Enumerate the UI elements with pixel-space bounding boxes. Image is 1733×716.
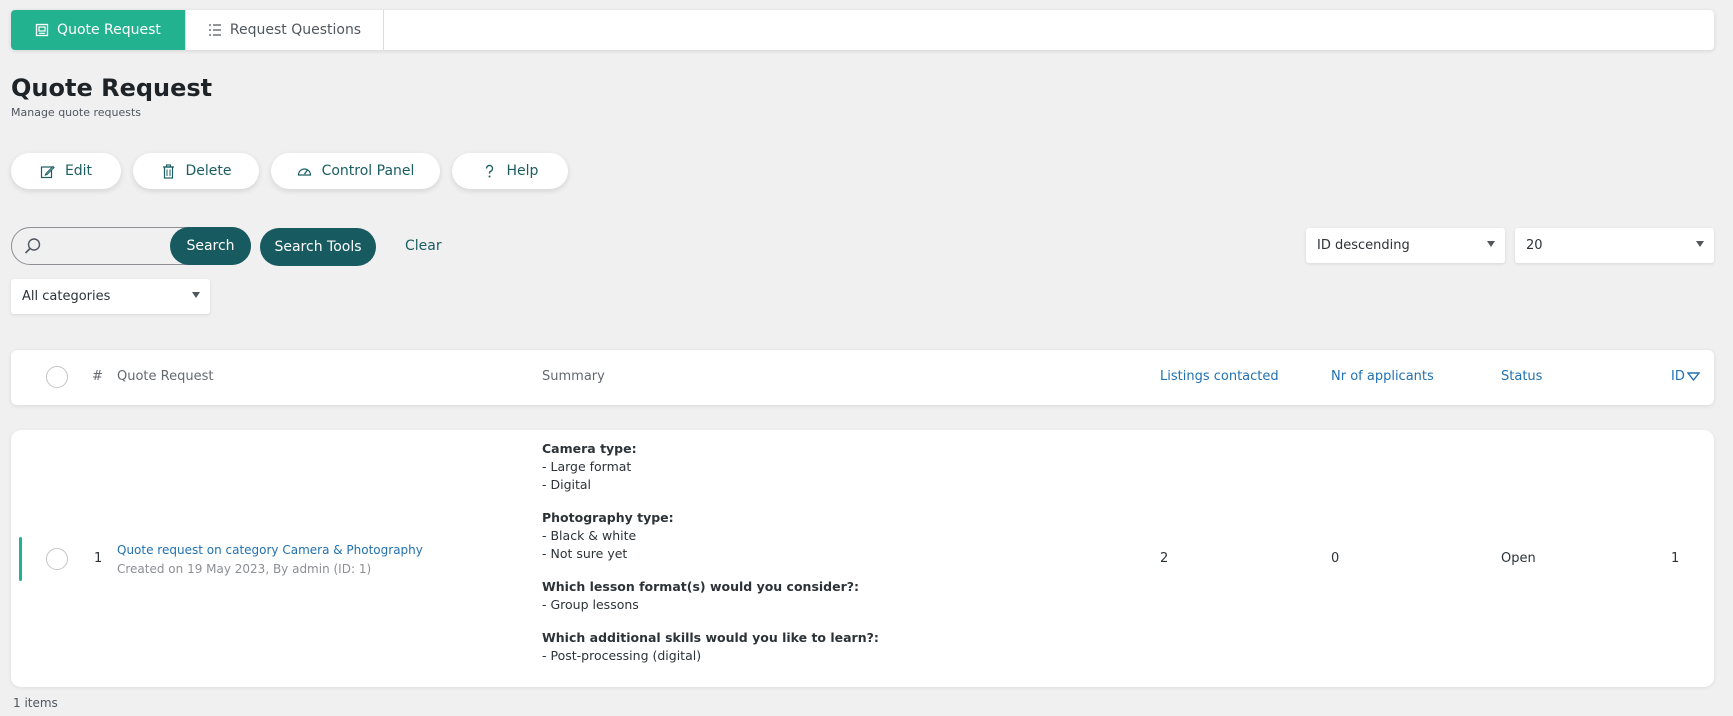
- summary-group: Camera type: - Large format - Digital: [542, 440, 879, 494]
- list-icon: [208, 24, 221, 36]
- col-id-label: ID: [1671, 369, 1685, 384]
- col-listings-contacted[interactable]: Listings contacted: [1160, 369, 1279, 384]
- delete-button[interactable]: Delete: [133, 153, 259, 189]
- summary-answer: - Not sure yet: [542, 546, 628, 561]
- tab-quote-request[interactable]: Quote Request: [11, 10, 186, 50]
- row-checkbox[interactable]: [46, 548, 68, 570]
- clear-link[interactable]: Clear: [405, 238, 442, 254]
- items-count: 1 items: [13, 696, 58, 710]
- caret-down-icon: [1487, 241, 1495, 247]
- col-num: #: [92, 369, 103, 384]
- summary-answer: - Post-processing (digital): [542, 648, 702, 663]
- summary-group: Photography type: - Black & white - Not …: [542, 509, 879, 563]
- trash-icon: [162, 163, 174, 179]
- search-icon: [24, 238, 41, 254]
- tab-label: Request Questions: [229, 22, 362, 38]
- table-row: 1 Quote request on category Camera & Pho…: [11, 430, 1714, 687]
- col-summary: Summary: [542, 369, 605, 384]
- caret-down-icon: [1696, 241, 1704, 247]
- row-accent-bar: [19, 537, 22, 581]
- sort-order-select[interactable]: ID descending: [1306, 228, 1505, 263]
- summary-question: Photography type:: [542, 510, 674, 525]
- category-value: All categories: [22, 289, 111, 304]
- control-panel-button[interactable]: Control Panel: [271, 153, 440, 189]
- tab-request-questions[interactable]: Request Questions: [186, 10, 384, 50]
- control-panel-label: Control Panel: [321, 163, 415, 179]
- quote-request-icon: [35, 23, 49, 37]
- search-button[interactable]: Search: [170, 227, 251, 265]
- category-select[interactable]: All categories: [11, 279, 210, 314]
- tab-label: Quote Request: [57, 22, 161, 38]
- summary-group: Which lesson format(s) would you conside…: [542, 578, 879, 614]
- quote-request-meta: Created on 19 May 2023, By admin (ID: 1): [117, 562, 372, 576]
- per-page-value: 20: [1526, 238, 1543, 253]
- row-num: 1: [94, 551, 103, 566]
- edit-icon: [40, 165, 55, 178]
- edit-button[interactable]: Edit: [11, 153, 121, 189]
- search-input[interactable]: [46, 228, 156, 264]
- caret-down-icon: [192, 292, 200, 298]
- sort-order-value: ID descending: [1317, 238, 1410, 253]
- sort-desc-icon: [1686, 372, 1700, 381]
- col-quote-request: Quote Request: [117, 369, 214, 384]
- dashboard-icon: [297, 167, 311, 176]
- help-label: Help: [506, 163, 539, 179]
- col-nr-applicants[interactable]: Nr of applicants: [1331, 369, 1434, 384]
- summary-answer: - Large format: [542, 459, 632, 474]
- tab-bar: Quote Request Request Questions: [11, 10, 1714, 50]
- page-subtitle: Manage quote requests: [11, 106, 141, 119]
- summary-answer: - Group lessons: [542, 597, 639, 612]
- summary-answer: - Digital: [542, 477, 592, 492]
- summary-question: Camera type:: [542, 441, 637, 456]
- col-status[interactable]: Status: [1501, 369, 1542, 384]
- summary-group: Which additional skills would you like t…: [542, 629, 879, 665]
- question-icon: [485, 164, 493, 177]
- edit-label: Edit: [64, 163, 93, 179]
- row-summary: Camera type: - Large format - Digital Ph…: [542, 440, 879, 665]
- page-title: Quote Request: [11, 74, 213, 102]
- summary-answer: - Black & white: [542, 528, 637, 543]
- id-value: 1: [1671, 551, 1680, 566]
- status-value: Open: [1501, 551, 1536, 566]
- quote-request-link[interactable]: Quote request on category Camera & Photo…: [117, 543, 423, 557]
- table-header: # Quote Request Summary Listings contact…: [11, 350, 1714, 405]
- per-page-select[interactable]: 20: [1515, 228, 1714, 263]
- summary-question: Which lesson format(s) would you conside…: [542, 579, 860, 594]
- listings-contacted-value: 2: [1160, 551, 1169, 566]
- help-button[interactable]: Help: [452, 153, 568, 189]
- col-id[interactable]: ID: [1671, 369, 1700, 384]
- delete-label: Delete: [185, 163, 232, 179]
- search-tools-button[interactable]: Search Tools: [260, 228, 376, 266]
- nr-applicants-value: 0: [1331, 551, 1340, 566]
- select-all-checkbox[interactable]: [46, 366, 68, 388]
- summary-question: Which additional skills would you like t…: [542, 630, 879, 645]
